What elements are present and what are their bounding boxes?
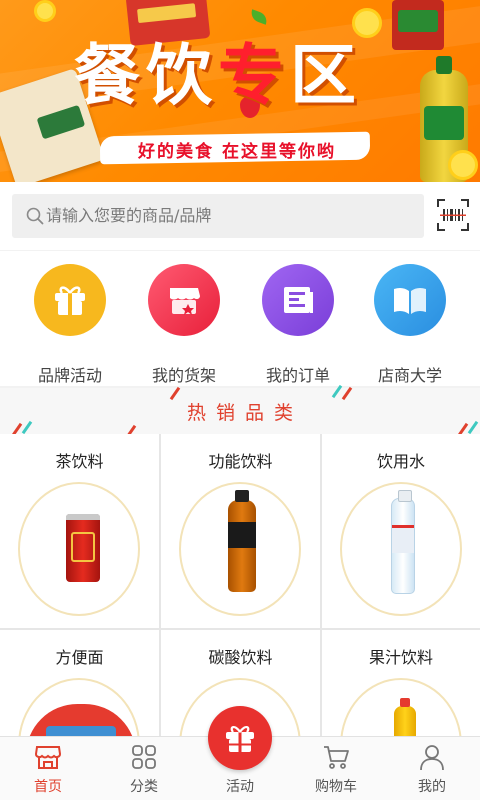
product-frame: [18, 482, 140, 616]
quick-item-label: 品牌活动: [37, 366, 102, 385]
tab-label: 我的: [418, 779, 446, 795]
user-icon: [420, 745, 444, 771]
category-label: 方便面: [55, 648, 104, 667]
grid-icon: [132, 745, 156, 769]
store-shelf-icon: [170, 288, 200, 315]
category-label: 饮用水: [376, 452, 425, 471]
promo-banner[interactable]: 餐饮专区 好的美食 在这里等你哟: [0, 0, 480, 182]
search-input[interactable]: 请输入您要的商品/品牌: [12, 194, 424, 238]
banner-subtitle: 好的美食 在这里等你哟: [138, 142, 336, 162]
product-frame: [179, 482, 301, 616]
activity-center-button[interactable]: [208, 706, 272, 770]
quick-item-my-orders[interactable]: 我的订单: [238, 264, 358, 385]
water-bottle-image: [391, 490, 415, 594]
quick-item-brand-activity[interactable]: 品牌活动: [10, 264, 130, 385]
tab-profile[interactable]: 我的: [384, 737, 480, 800]
gift-icon: [55, 286, 85, 315]
lemon-decoration: [448, 150, 478, 180]
energy-drink-image: [228, 490, 256, 592]
quick-icon-bg: [262, 264, 334, 336]
tab-home[interactable]: 首页: [0, 737, 96, 800]
search-bar: 请输入您要的商品/品牌: [0, 182, 480, 250]
tab-category[interactable]: 分类: [96, 737, 192, 800]
barcode-scan-icon[interactable]: [436, 198, 470, 232]
book-icon: [394, 287, 426, 314]
category-card-tea[interactable]: 茶饮料: [0, 434, 159, 628]
hot-categories-header: 热销品类: [0, 384, 480, 439]
quick-icon-bg: [34, 264, 106, 336]
hot-categories-title: 热销品类: [186, 402, 303, 424]
banner-title: 餐饮专区: [74, 37, 362, 114]
gift-icon: [226, 726, 254, 752]
quick-icon-bg: [148, 264, 220, 336]
category-label: 果汁饮料: [368, 648, 433, 667]
tab-label: 活动: [226, 779, 254, 795]
search-placeholder: 请输入您要的商品/品牌: [46, 206, 212, 225]
cart-icon: [324, 746, 349, 769]
quick-item-label: 我的货架: [151, 366, 216, 385]
product-box-image: [392, 0, 444, 50]
quick-item-my-shelf[interactable]: 我的货架: [124, 264, 244, 385]
lemon-decoration: [34, 0, 56, 22]
quick-icon-bg: [374, 264, 446, 336]
quick-item-store-university[interactable]: 店商大学: [350, 264, 470, 385]
home-store-icon: [34, 746, 62, 769]
category-card-water[interactable]: 饮用水: [322, 434, 480, 628]
tab-cart[interactable]: 购物车: [288, 737, 384, 800]
tab-label: 购物车: [315, 779, 357, 795]
category-card-energy[interactable]: 功能饮料: [161, 434, 320, 628]
order-list-icon: [284, 287, 313, 313]
quick-menu: 品牌活动 我的货架 我的订单 店商大学: [0, 251, 480, 386]
category-label: 功能饮料: [208, 452, 273, 471]
category-label: 茶饮料: [55, 452, 104, 471]
category-label: 碳酸饮料: [208, 648, 273, 667]
app-page: 餐饮专区 好的美食 在这里等你哟 请输入您要的商品/品牌 品牌活动 我的货架 我…: [0, 0, 480, 800]
quick-item-label: 店商大学: [377, 366, 442, 385]
product-frame: [340, 482, 462, 616]
tab-label: 首页: [34, 779, 62, 795]
decorative-slash: [331, 384, 343, 399]
tea-can-image: [66, 514, 100, 582]
tab-label: 分类: [130, 779, 158, 795]
search-icon: [26, 207, 44, 225]
quick-item-label: 我的订单: [265, 366, 330, 385]
